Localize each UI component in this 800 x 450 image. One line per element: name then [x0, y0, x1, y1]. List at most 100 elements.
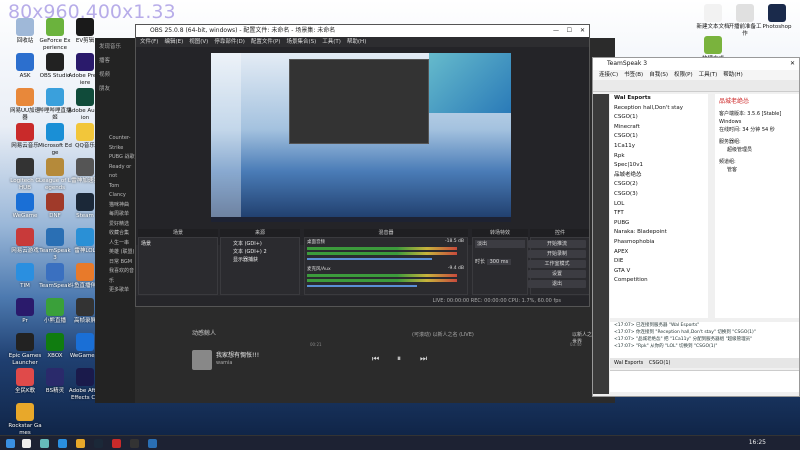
desktop-icon[interactable]: Microsoft Edge: [38, 123, 72, 157]
source-item[interactable]: 显示器捕获: [221, 255, 299, 263]
teamspeak-menu-item[interactable]: 自我(S): [649, 72, 668, 78]
windows-start-icon[interactable]: [6, 439, 15, 448]
desktop-icon[interactable]: 小熊直播: [38, 298, 72, 325]
channel-item[interactable]: DIE: [614, 257, 708, 267]
duration-input[interactable]: 300 ms: [486, 259, 512, 265]
desktop-icon[interactable]: League of Legends: [38, 158, 72, 192]
taskview-icon[interactable]: [40, 439, 49, 448]
obs-menu-item[interactable]: 编辑(E): [164, 39, 183, 45]
tab-channel[interactable]: CSGO(1): [649, 360, 671, 366]
teamspeak-menu-item[interactable]: 连接(C): [599, 72, 618, 78]
teamspeak-menu-item[interactable]: 帮助(H): [723, 72, 742, 78]
desktop-icon[interactable]: DNF: [38, 193, 72, 220]
playlist-item[interactable]: 我喜欢的音乐: [109, 267, 135, 286]
playlist-item[interactable]: 猫咪神曲: [109, 201, 135, 211]
desktop-icon[interactable]: Logitech G HUB: [8, 158, 42, 192]
playlist-item[interactable]: 英雄 (联盟): [109, 248, 135, 258]
close-icon[interactable]: ✕: [580, 25, 585, 37]
obs-taskbar-icon[interactable]: [130, 439, 139, 448]
desktop-icon[interactable]: TeamSpeak: [38, 263, 72, 290]
channel-item[interactable]: APEX: [614, 248, 708, 258]
desktop-icon[interactable]: OBS Studio: [38, 53, 72, 80]
teamspeak-menu-item[interactable]: 权限(P): [674, 72, 693, 78]
teamspeak-menu-item[interactable]: 书签(B): [624, 72, 643, 78]
playlist-item[interactable]: 收藏合集: [109, 229, 135, 239]
desktop-icon[interactable]: GeForce Experience: [38, 18, 72, 52]
channel-item[interactable]: Rpk: [614, 152, 708, 162]
channel-item[interactable]: Naraka: Bladepoint: [614, 228, 708, 238]
transition-select[interactable]: 淡出: [475, 240, 525, 248]
desktop-icon[interactable]: Rockstar Games: [8, 403, 42, 437]
desktop-icon[interactable]: Pr: [8, 298, 42, 325]
channel-item[interactable]: PUBG: [614, 219, 708, 229]
clock[interactable]: 16:25: [749, 439, 766, 446]
pause-button[interactable]: ⏸: [397, 354, 401, 364]
desktop-icon[interactable]: 新建文本文档: [696, 4, 730, 31]
channel-item[interactable]: Phasmophobia: [614, 238, 708, 248]
channel-item[interactable]: CSGO(1): [614, 132, 708, 142]
teamspeak-taskbar-icon[interactable]: [148, 439, 157, 448]
desktop-icon[interactable]: 回收站: [8, 18, 42, 45]
source-item[interactable]: 文本 (GDI+): [221, 238, 299, 247]
desktop-icon[interactable]: 网易云游戏: [8, 228, 42, 255]
close-icon[interactable]: ✕: [790, 58, 795, 70]
desktop-icon[interactable]: Photoshop: [760, 4, 794, 31]
desktop-icon[interactable]: TeamSpeak 3: [38, 228, 72, 262]
scene-item[interactable]: 场景: [139, 238, 217, 249]
music-nav-podcast[interactable]: 播客: [99, 56, 131, 64]
search-icon[interactable]: [22, 439, 31, 448]
desktop-icon[interactable]: XBOX: [38, 333, 72, 360]
channel-item[interactable]: Minecraft: [614, 123, 708, 133]
maximize-icon[interactable]: ☐: [567, 25, 572, 37]
settings-button[interactable]: 设置: [528, 270, 586, 278]
playlist-item[interactable]: 每周歌单: [109, 210, 135, 220]
music-taskbar-icon[interactable]: [112, 439, 121, 448]
volume-slider-mic[interactable]: [307, 285, 417, 287]
channel-item[interactable]: Spec|10v1: [614, 161, 708, 171]
channel-item[interactable]: CSGO(2): [614, 180, 708, 190]
channel-item[interactable]: TFT: [614, 209, 708, 219]
obs-menu-item[interactable]: 工具(T): [322, 39, 341, 45]
desktop-icon[interactable]: 开播前准备工作: [728, 4, 762, 38]
desktop-icon[interactable]: BS精灵: [38, 368, 72, 395]
obs-menu-item[interactable]: 配置文件(P): [251, 39, 281, 45]
desktop-icon[interactable]: ASK: [8, 53, 42, 80]
music-nav-discover[interactable]: 发现音乐: [99, 42, 131, 50]
desktop-icon[interactable]: TIM: [8, 263, 42, 290]
server-name[interactable]: Wal Esports: [614, 94, 708, 104]
playlist-item[interactable]: Ready or not: [109, 163, 135, 182]
exit-button[interactable]: 退出: [528, 280, 586, 288]
tab-server[interactable]: Wal Esports: [614, 360, 643, 366]
channel-item[interactable]: CSGO(3): [614, 190, 708, 200]
obs-menu-item[interactable]: 停靠部件(D): [214, 39, 245, 45]
obs-window[interactable]: OBS 25.0.8 (64-bit, windows) - 配置文件: 未命名…: [135, 24, 590, 307]
desktop-icon[interactable]: 全民K歌: [8, 368, 42, 395]
playlist-item[interactable]: Counter-Strike: [109, 134, 135, 153]
studio-mode-button[interactable]: 工作室模式: [528, 260, 586, 268]
steam-taskbar-icon[interactable]: [94, 439, 103, 448]
desktop-icon[interactable]: 网易云音乐: [8, 123, 42, 150]
channel-item[interactable]: Competition: [614, 276, 708, 286]
source-item[interactable]: 文本 (GDI+) 2: [221, 247, 299, 255]
desktop-icon[interactable]: 网易UU加速器: [8, 88, 42, 122]
desktop-icon[interactable]: 哔哩哔哩直播姬: [38, 88, 72, 122]
channel-item[interactable]: CSGO(1): [614, 113, 708, 123]
desktop-icon[interactable]: WeGame: [8, 193, 42, 220]
playlist-item[interactable]: 人生一串: [109, 239, 135, 249]
music-nav-video[interactable]: 视频: [99, 70, 131, 78]
playlist-item[interactable]: 更多歌单: [109, 286, 135, 296]
channel-item[interactable]: GTA V: [614, 267, 708, 277]
playlist-item[interactable]: 日常 BGM: [109, 258, 135, 268]
prev-button[interactable]: ⏮: [372, 354, 379, 364]
obs-menu-item[interactable]: 文件(F): [140, 39, 158, 45]
chat-input[interactable]: [610, 370, 799, 392]
teamspeak-menu-item[interactable]: 工具(T): [699, 72, 718, 78]
edge-taskbar-icon[interactable]: [58, 439, 67, 448]
start-streaming-button[interactable]: 开始推流: [528, 240, 586, 248]
music-nav-friends[interactable]: 朋友: [99, 84, 131, 92]
minimize-icon[interactable]: —: [553, 25, 559, 37]
channel-item[interactable]: 品城老绝怂: [614, 171, 708, 181]
obs-preview[interactable]: [136, 47, 589, 245]
channel-item[interactable]: 1Ca11y: [614, 142, 708, 152]
teamspeak-window[interactable]: TeamSpeak 3 ✕ 连接(C) 书签(B) 自我(S) 权限(P) 工具(T) 帮…: [592, 57, 800, 397]
